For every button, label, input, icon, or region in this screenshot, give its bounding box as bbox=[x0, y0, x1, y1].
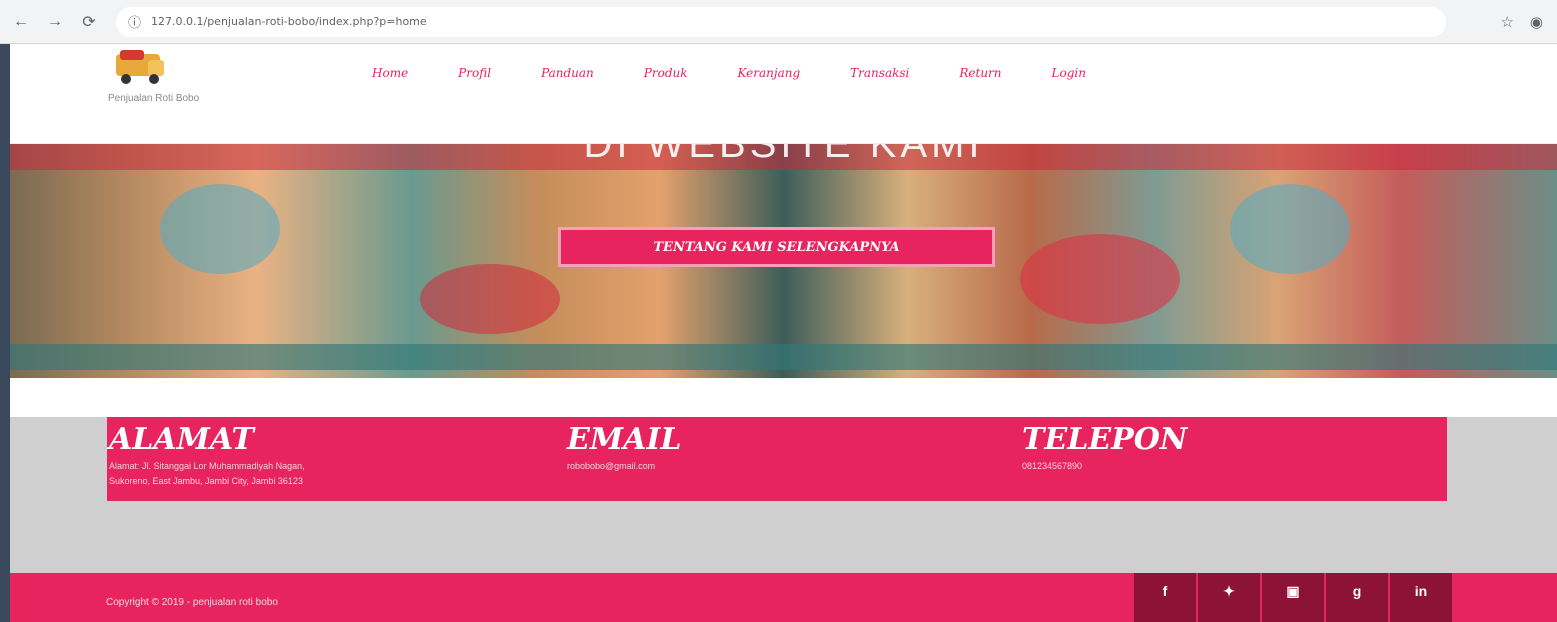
forward-icon[interactable]: → bbox=[42, 9, 68, 35]
address-line: Sukoreno, East Jambu, Jambi City, Jambi … bbox=[109, 476, 303, 486]
linkedin-icon[interactable]: in bbox=[1390, 573, 1454, 622]
email-heading: EMAIL bbox=[567, 422, 682, 457]
web-page: Penjualan Roti Bobo Home Profil Panduan … bbox=[10, 44, 1557, 622]
contact-section: ALAMAT Alamat: Jl. Sitanggai Lor Muhamma… bbox=[10, 417, 1557, 573]
address-line: Alamat: Jl. Sitanggai Lor Muhammadiyah N… bbox=[109, 461, 305, 471]
contact-panel: ALAMAT Alamat: Jl. Sitanggai Lor Muhamma… bbox=[107, 417, 1447, 501]
contact-email: EMAIL robobobo@gmail.com bbox=[567, 423, 867, 472]
url-text: 127.0.0.1/penjualan-roti-bobo/index.php?… bbox=[151, 15, 427, 28]
browser-toolbar: ← → ⟳ ⓘ 127.0.0.1/penjualan-roti-bobo/in… bbox=[0, 0, 1557, 44]
facebook-icon[interactable]: f bbox=[1134, 573, 1198, 622]
youtube-icon[interactable]: ▣ bbox=[1262, 573, 1326, 622]
social-links: f ✦ ▣ g in bbox=[1134, 573, 1454, 622]
contact-phone: TELEPON 081234567890 bbox=[1022, 423, 1322, 472]
back-icon[interactable]: ← bbox=[8, 9, 34, 35]
reload-icon[interactable]: ⟳ bbox=[76, 9, 102, 35]
menu-item-profil[interactable]: Profil bbox=[458, 66, 491, 80]
menu-item-home[interactable]: Home bbox=[372, 66, 408, 80]
address-bar[interactable]: ⓘ 127.0.0.1/penjualan-roti-bobo/index.ph… bbox=[116, 6, 1446, 37]
main-menu: Home Profil Panduan Produk Keranjang Tra… bbox=[372, 66, 1136, 80]
copyright-text: Copyright © 2019 - penjualan roti bobo bbox=[106, 597, 278, 608]
hero-title: DI WEBSITE KAMI bbox=[583, 144, 984, 166]
hero-decor-shape bbox=[1230, 184, 1350, 274]
menu-item-keranjang[interactable]: Keranjang bbox=[738, 66, 801, 80]
menu-item-produk[interactable]: Produk bbox=[644, 66, 688, 80]
contact-address: ALAMAT Alamat: Jl. Sitanggai Lor Muhamma… bbox=[109, 423, 489, 487]
hero-decor-shape bbox=[1020, 234, 1180, 324]
bread-van-logo-icon[interactable] bbox=[110, 46, 176, 88]
phone-value: 081234567890 bbox=[1022, 461, 1083, 471]
profile-icon[interactable]: ◉ bbox=[1530, 13, 1543, 31]
hero-decor-shape bbox=[160, 184, 280, 274]
menu-item-return[interactable]: Return bbox=[959, 66, 1001, 80]
hero-decor-band bbox=[10, 344, 1557, 370]
phone-heading: TELEPON bbox=[1022, 422, 1188, 457]
bookmark-star-icon[interactable]: ☆ bbox=[1500, 13, 1513, 31]
menu-item-transaksi[interactable]: Transaksi bbox=[850, 66, 909, 80]
menu-item-login[interactable]: Login bbox=[1052, 66, 1086, 80]
site-header: Penjualan Roti Bobo Home Profil Panduan … bbox=[10, 44, 1557, 144]
twitter-icon[interactable]: ✦ bbox=[1198, 573, 1262, 622]
email-value: robobobo@gmail.com bbox=[567, 461, 656, 471]
brand-name: Penjualan Roti Bobo bbox=[108, 93, 200, 104]
hero-banner: DI WEBSITE KAMI TENTANG KAMI SELENGKAPNY… bbox=[10, 144, 1557, 378]
about-us-button[interactable]: TENTANG KAMI SELENGKAPNYA bbox=[558, 227, 995, 267]
site-footer: Copyright © 2019 - penjualan roti bobo f… bbox=[10, 573, 1557, 622]
info-icon[interactable]: ⓘ bbox=[128, 12, 141, 31]
google-plus-icon[interactable]: g bbox=[1326, 573, 1390, 622]
hero-decor-shape bbox=[420, 264, 560, 334]
address-heading: ALAMAT bbox=[109, 422, 254, 457]
menu-item-panduan[interactable]: Panduan bbox=[541, 66, 594, 80]
